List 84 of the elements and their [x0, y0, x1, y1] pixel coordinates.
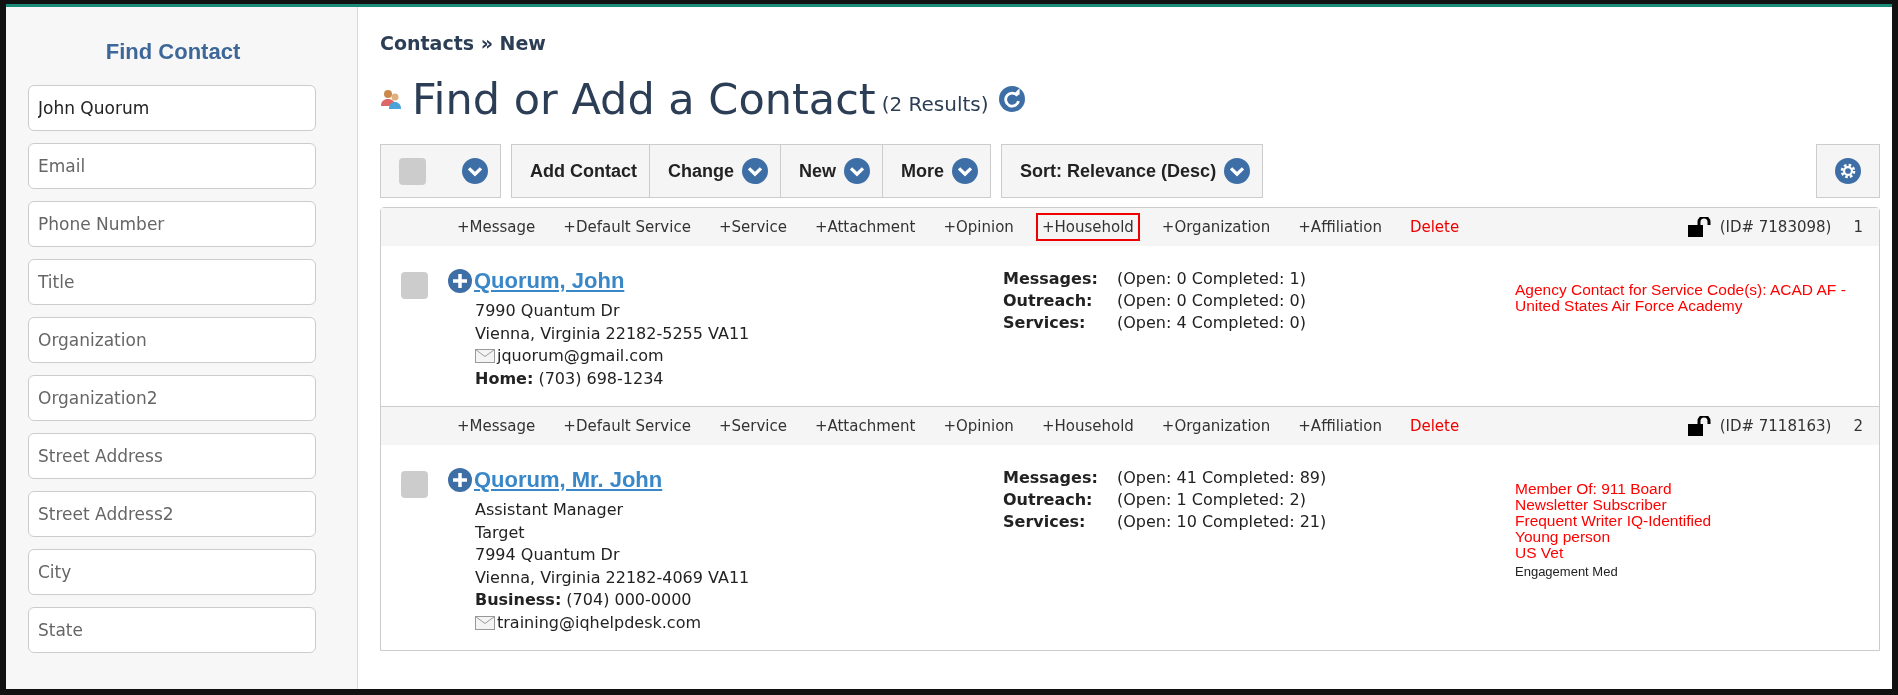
plus-circle-icon[interactable] — [448, 468, 472, 492]
stat-label: Services: — [1003, 511, 1087, 533]
action-link[interactable]: +Attachment — [808, 412, 922, 440]
phone-number: Business: (704) 000-0000 — [475, 589, 693, 611]
contact-detail: 7990 Quantum Dr — [475, 300, 621, 322]
contact-id: (ID# 7118163) — [1719, 417, 1832, 435]
search-field[interactable]: Email — [28, 143, 316, 189]
action-link[interactable]: +Attachment — [808, 213, 922, 241]
refresh-icon[interactable] — [998, 86, 1025, 112]
action-link[interactable]: +Default Service — [557, 412, 697, 440]
contact-flag-label: Member Of: 911 Board — [1515, 481, 1673, 497]
action-link[interactable]: +Opinion — [937, 213, 1020, 241]
action-link[interactable]: +Organization — [1155, 412, 1277, 440]
search-field[interactable]: Title — [28, 259, 316, 305]
action-link[interactable]: +Opinion — [937, 412, 1020, 440]
contact-detail: Assistant Manager — [475, 499, 625, 521]
stat-label: Outreach: — [1003, 489, 1094, 511]
search-field[interactable]: Organization2 — [28, 375, 316, 421]
contact-detail: 7994 Quantum Dr — [475, 544, 621, 566]
action-link[interactable]: +Affiliation — [1292, 213, 1388, 241]
plus-circle-icon[interactable] — [448, 269, 472, 293]
sidebar-title: Find Contact — [104, 39, 242, 65]
contact-name-link[interactable]: Quorum, Mr. John — [474, 467, 663, 493]
unlocked-padlock-icon[interactable] — [1687, 416, 1714, 436]
stat-label: Services: — [1003, 312, 1087, 334]
action-link[interactable]: +Message — [451, 412, 542, 440]
stat-value: (Open: 0 Completed: 1) — [1117, 268, 1306, 290]
stat-value: (Open: 1 Completed: 2) — [1117, 489, 1306, 511]
stat-value: (Open: 10 Completed: 21) — [1117, 511, 1327, 533]
stat-value: (Open: 4 Completed: 0) — [1117, 312, 1306, 334]
action-link[interactable]: Delete — [1403, 412, 1466, 440]
action-link[interactable]: +Household — [1035, 412, 1140, 440]
contact-name-link[interactable]: Quorum, John — [474, 268, 625, 294]
contact-detail: Vienna, Virginia 22182-4069 VA11 — [475, 566, 751, 589]
action-link[interactable]: +Service — [712, 213, 793, 241]
page-title: Find or Add a Contact — [412, 74, 876, 124]
stat-label: Messages: — [1003, 268, 1099, 290]
action-link[interactable]: Delete — [1403, 213, 1466, 241]
action-link[interactable]: +Default Service — [557, 213, 697, 241]
chevron-down-icon — [952, 158, 979, 184]
email-address: jquorum@gmail.com — [497, 345, 664, 367]
search-field[interactable]: City — [28, 549, 316, 595]
chevron-down-icon — [462, 158, 488, 184]
contact-flag-label: US Vet — [1515, 545, 1564, 561]
row-checkbox[interactable] — [401, 471, 428, 498]
phone-number: Home: (703) 698-1234 — [475, 367, 665, 390]
contact-detail: Target — [475, 521, 526, 544]
search-field[interactable]: Street Address2 — [28, 491, 316, 537]
search-field[interactable]: State — [28, 607, 316, 653]
contact-id: (ID# 7183098) — [1719, 218, 1832, 236]
contact-detail: Vienna, Virginia 22182-5255 VA11 — [475, 322, 751, 345]
unlocked-padlock-icon[interactable] — [1687, 217, 1714, 237]
people-icon — [380, 88, 402, 110]
breadcrumb: Contacts » New — [380, 32, 547, 54]
chevron-down-icon — [844, 158, 871, 184]
select-all-checkbox[interactable] — [399, 157, 426, 185]
search-field[interactable]: Organization — [28, 317, 316, 363]
stat-value: (Open: 0 Completed: 0) — [1117, 290, 1306, 312]
envelope-icon — [475, 349, 495, 364]
result-number: 1 — [1853, 218, 1863, 236]
action-link[interactable]: +Affiliation — [1292, 412, 1388, 440]
settings-button[interactable] — [1816, 144, 1880, 198]
contact-flag-label: Frequent Writer IQ-Identified — [1515, 513, 1713, 529]
action-link[interactable]: +Service — [712, 412, 793, 440]
contact-flag-label: Newsletter Subscriber — [1515, 497, 1668, 513]
action-link[interactable]: +Message — [451, 213, 542, 241]
stat-value: (Open: 41 Completed: 89) — [1117, 467, 1327, 489]
search-field[interactable]: Street Address — [28, 433, 316, 479]
chevron-down-icon — [742, 158, 768, 184]
result-count: (2 Results) — [881, 92, 989, 116]
search-field[interactable]: Phone Number — [28, 201, 316, 247]
settings-icon — [1835, 158, 1861, 184]
chevron-down-icon — [1224, 158, 1251, 184]
email-address: training@iqhelpdesk.com — [497, 611, 702, 634]
contact-note: Engagement Med — [1515, 564, 1619, 580]
envelope-icon — [475, 615, 495, 630]
contact-flag-label: Agency Contact for Service Code(s): ACAD AF - United States Air Force Academy — [1515, 282, 1847, 314]
row-checkbox[interactable] — [401, 272, 428, 299]
contact-flag-label: Young person — [1515, 529, 1612, 545]
result-number: 2 — [1853, 417, 1863, 435]
action-link[interactable]: +Household — [1035, 213, 1140, 241]
action-link[interactable]: +Organization — [1155, 213, 1277, 241]
stat-label: Outreach: — [1003, 290, 1094, 312]
stat-label: Messages: — [1003, 467, 1099, 489]
